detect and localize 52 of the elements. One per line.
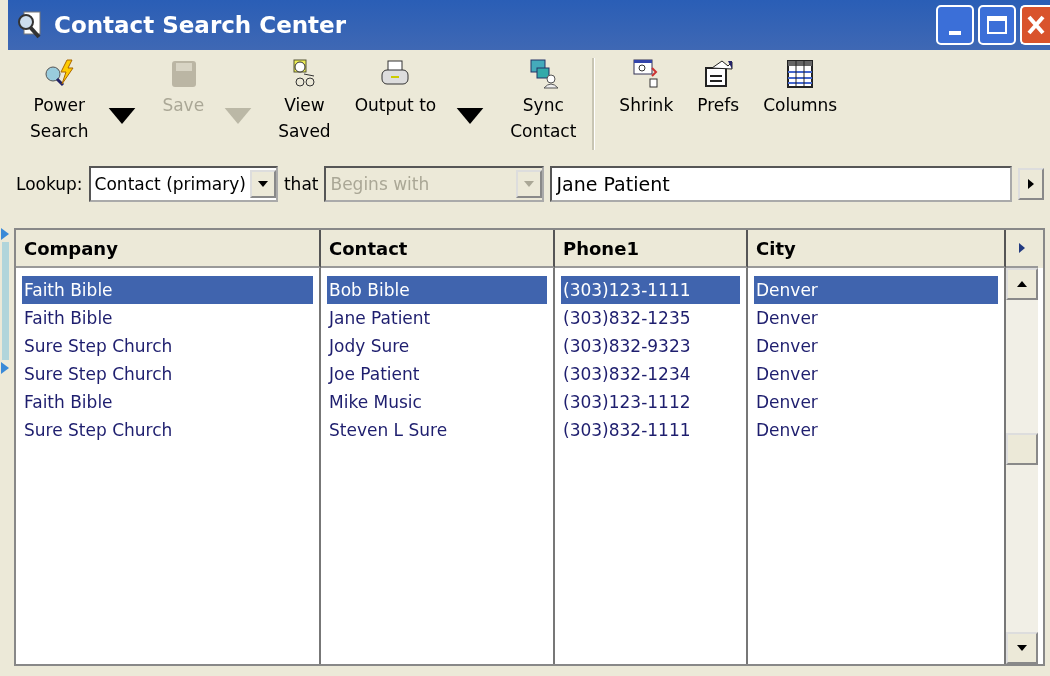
table-cell[interactable]: Bob Bible [327,276,547,304]
table-cell[interactable]: Denver [754,388,998,416]
that-label: that [283,174,319,194]
toolbar-button[interactable]: Shrink [607,58,686,118]
vertical-scrollbar[interactable] [1006,268,1038,664]
table-cell[interactable]: (303)832-1235 [561,304,740,332]
toolbar-button[interactable]: Power Search [18,58,151,144]
maximize-button[interactable] [978,5,1016,45]
scroll-down-button[interactable] [1006,632,1038,664]
column-header[interactable]: Phone1 [555,230,748,268]
table-cell[interactable]: Faith Bible [22,388,313,416]
maximize-icon [986,15,1008,35]
table-cell[interactable]: (303)123-1112 [561,388,740,416]
toolbar-button[interactable]: View Saved [266,58,343,144]
toolbar-button[interactable]: Prefs [685,58,752,118]
minimize-icon [949,31,961,35]
column-header[interactable]: Company [16,230,321,268]
table-cell[interactable]: Denver [754,416,998,444]
close-button[interactable] [1020,5,1050,45]
lookup-field-dropdown[interactable]: Contact (primary) [88,166,278,202]
table-cell[interactable]: Jane Patient [327,304,547,332]
close-icon [1025,14,1047,36]
table-cell[interactable]: Denver [754,332,998,360]
table-cell[interactable]: (303)123-1111 [561,276,740,304]
table-cell[interactable]: (303)832-9323 [561,332,740,360]
toolbar-icon [702,58,735,90]
scroll-up-button[interactable] [1006,268,1038,300]
column-header[interactable]: Contact [321,230,555,268]
toolbar-icon [527,58,560,90]
minimize-button[interactable] [936,5,974,45]
scroll-thumb[interactable] [1006,433,1038,466]
table-cell[interactable]: (303)832-1234 [561,360,740,388]
table-cell[interactable]: Sure Step Church [22,360,313,388]
table-cell[interactable]: Denver [754,276,998,304]
table-cell[interactable]: Jody Sure [327,332,547,360]
table-cell[interactable]: (303)832-1111 [561,416,740,444]
lookup-label: Lookup: [16,174,83,194]
table-cell[interactable]: Denver [754,360,998,388]
toolbar-button[interactable]: Columns [751,58,850,118]
go-button[interactable] [1018,168,1044,200]
window-title: Contact Search Center [54,12,348,38]
table-cell[interactable]: Joe Patient [327,360,547,388]
table-cell[interactable]: Faith Bible [22,304,313,332]
table-cell[interactable]: Sure Step Church [22,416,313,444]
table-cell[interactable]: Faith Bible [22,276,313,304]
table-cell[interactable]: Mike Music [327,388,547,416]
toolbar-button[interactable]: Output to [342,58,499,134]
toolbar-button[interactable]: Sync Contact [498,58,589,144]
table-cell[interactable]: Sure Step Church [22,332,313,360]
table-cell[interactable]: Denver [754,304,998,332]
table-cell[interactable]: Steven L Sure [327,416,547,444]
dropdown-button[interactable] [249,170,276,198]
